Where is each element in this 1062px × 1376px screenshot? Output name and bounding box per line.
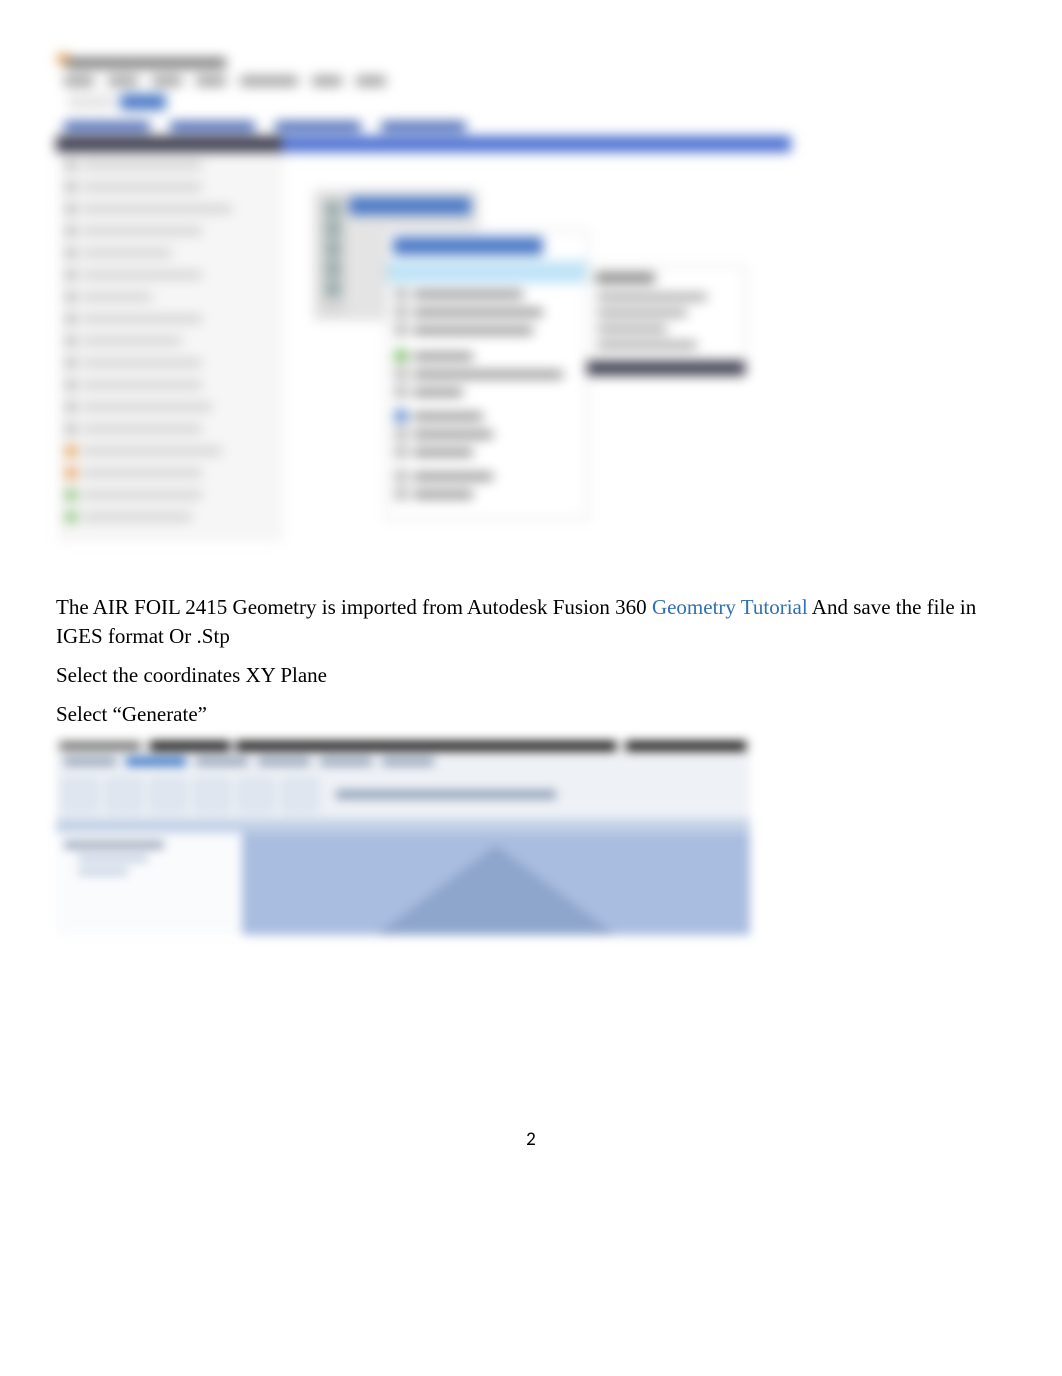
context-submenu bbox=[586, 266, 746, 376]
paragraph-generate: Select “Generate” bbox=[56, 700, 1006, 729]
text-run: The AIR FOIL 2415 Geometry is imported f… bbox=[56, 595, 652, 619]
page-number: 2 bbox=[0, 1128, 1062, 1151]
geometry-preview bbox=[376, 845, 616, 935]
menubar bbox=[56, 72, 791, 90]
paragraph-import: The AIR FOIL 2415 Geometry is imported f… bbox=[56, 593, 1006, 651]
paragraph-xy-plane: Select the coordinates XY Plane bbox=[56, 661, 1006, 690]
ribbon bbox=[56, 753, 750, 819]
window-title-placeholder bbox=[66, 58, 226, 68]
sub-toolbar bbox=[56, 819, 750, 833]
document-page: The AIR FOIL 2415 Geometry is imported f… bbox=[56, 50, 1006, 935]
screenshot-designmodeler bbox=[56, 739, 750, 935]
context-menu bbox=[386, 230, 588, 520]
subtab-row bbox=[56, 118, 466, 134]
titlebar bbox=[56, 739, 750, 753]
screenshot-workbench bbox=[56, 50, 791, 545]
header-bar bbox=[56, 136, 791, 152]
tree-outline bbox=[56, 833, 242, 935]
link-geometry-tutorial[interactable]: Geometry Tutorial bbox=[652, 595, 808, 619]
body-text: The AIR FOIL 2415 Geometry is imported f… bbox=[56, 593, 1006, 729]
viewport-3d bbox=[242, 833, 750, 935]
model-canvas bbox=[56, 833, 750, 935]
outline-tree bbox=[58, 154, 284, 542]
tab-strip bbox=[68, 94, 228, 112]
